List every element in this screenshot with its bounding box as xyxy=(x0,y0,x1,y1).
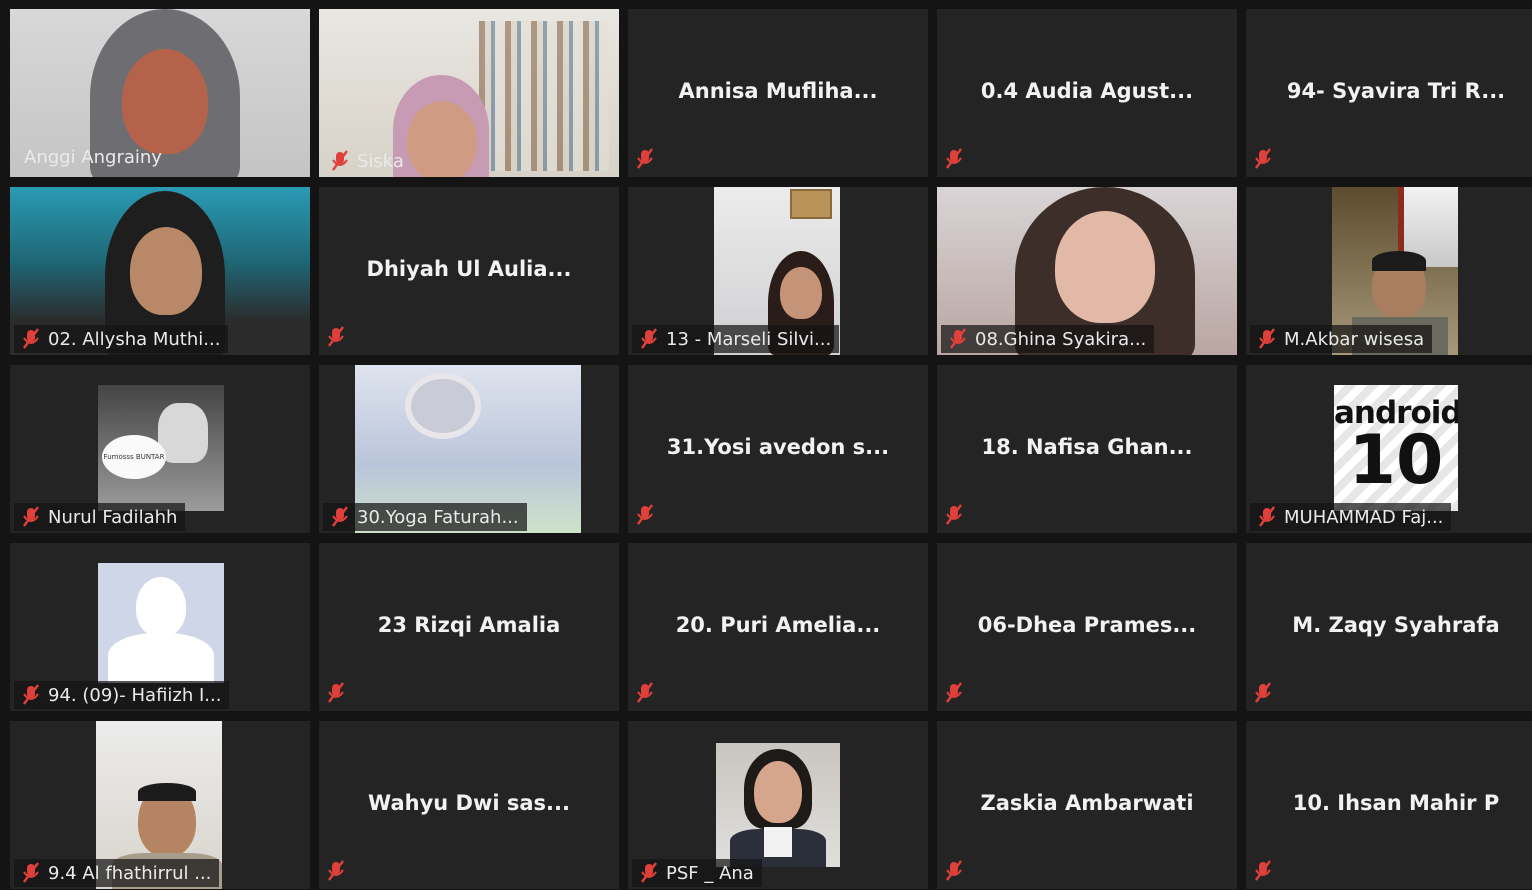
participant-tile[interactable]: 0.4 Audia Agust... xyxy=(937,9,1237,177)
participant-tile[interactable]: 20. Puri Amelia... xyxy=(628,543,928,711)
participant-tile[interactable]: 02. Allysha Muthi... xyxy=(10,187,310,355)
participant-tile[interactable]: Wahyu Dwi sas... xyxy=(319,721,619,889)
participant-name: Annisa Mufliha... xyxy=(678,79,878,103)
participant-tile[interactable]: 94. (09)- Hafiizh I... xyxy=(10,543,310,711)
microphone-muted-icon xyxy=(20,505,42,529)
participant-name-label: PSF _ Ana xyxy=(632,859,762,887)
participant-name: 94- Syavira Tri R... xyxy=(1286,79,1506,103)
participant-name-label: Nurul Fadilahh xyxy=(14,503,186,531)
participant-name: PSF _ Ana xyxy=(666,862,754,884)
participant-tile[interactable]: 18. Nafisa Ghan... xyxy=(937,365,1237,533)
microphone-muted-icon xyxy=(943,859,965,883)
participant-tile[interactable]: Fumosss BUNTAR Nurul Fadilahh xyxy=(10,365,310,533)
participant-name-label: Anggi Angrainy xyxy=(18,143,170,171)
participant-tile[interactable]: 06-Dhea Prames... xyxy=(937,543,1237,711)
participant-name: 06-Dhea Prames... xyxy=(977,613,1197,637)
participant-name: 13 - Marseli Silvi... xyxy=(666,328,832,350)
microphone-muted-icon xyxy=(1252,859,1274,883)
participant-name-label: 13 - Marseli Silvi... xyxy=(632,325,840,353)
participant-name: 18. Nafisa Ghan... xyxy=(981,435,1193,459)
microphone-muted-icon xyxy=(1256,327,1278,351)
microphone-muted-icon xyxy=(20,861,42,885)
android-version: 10 xyxy=(1348,421,1444,500)
participant-tile[interactable]: M. Zaqy Syahrafa xyxy=(1246,543,1532,711)
participant-name: 23 Rizqi Amalia xyxy=(377,613,561,637)
participant-name-label: 94. (09)- Hafiizh I... xyxy=(14,681,230,709)
gallery-view: Anggi Angrainy Siska Annisa Mufliha... 0… xyxy=(0,0,1532,890)
participant-name: 31.Yosi avedon s... xyxy=(666,435,890,459)
participant-name: Nurul Fadilahh xyxy=(48,506,178,528)
participant-name: 9.4 Al fhathirrul ... xyxy=(48,862,212,884)
participant-name: Anggi Angrainy xyxy=(24,146,162,168)
microphone-muted-icon xyxy=(638,327,660,351)
microphone-muted-icon xyxy=(325,859,347,883)
participant-tile[interactable]: 23 Rizqi Amalia xyxy=(319,543,619,711)
microphone-muted-icon xyxy=(638,861,660,885)
participant-name: 08.Ghina Syakira... xyxy=(975,328,1147,350)
participant-tile[interactable]: M.Akbar wisesa xyxy=(1246,187,1532,355)
microphone-muted-icon xyxy=(634,147,656,171)
microphone-muted-icon xyxy=(20,683,42,707)
participant-tile[interactable]: 94- Syavira Tri R... xyxy=(1246,9,1532,177)
participant-tile[interactable]: Annisa Mufliha... xyxy=(628,9,928,177)
participant-tile[interactable]: 08.Ghina Syakira... xyxy=(937,187,1237,355)
participant-name: 94. (09)- Hafiizh I... xyxy=(48,684,222,706)
participant-tile[interactable]: Siska xyxy=(319,9,619,177)
participant-tile[interactable]: 30.Yoga Faturah... xyxy=(319,365,619,533)
microphone-muted-icon xyxy=(325,681,347,705)
microphone-muted-icon xyxy=(943,503,965,527)
participant-video: Fumosss BUNTAR xyxy=(98,385,224,511)
participant-tile[interactable]: Zaskia Ambarwati xyxy=(937,721,1237,889)
participant-name: 02. Allysha Muthi... xyxy=(48,328,221,350)
participant-name: MUHAMMAD Faj... xyxy=(1284,506,1444,528)
participant-tile[interactable]: PSF _ Ana xyxy=(628,721,928,889)
microphone-muted-icon xyxy=(943,147,965,171)
participant-name: 20. Puri Amelia... xyxy=(675,613,881,637)
participant-video xyxy=(716,743,840,867)
participant-video xyxy=(98,563,224,683)
microphone-muted-icon xyxy=(325,325,347,349)
participant-name: Zaskia Ambarwati xyxy=(980,791,1194,815)
participant-name-label: 9.4 Al fhathirrul ... xyxy=(14,859,220,887)
microphone-muted-icon xyxy=(329,149,351,173)
microphone-muted-icon xyxy=(1252,147,1274,171)
participant-name: M. Zaqy Syahrafa xyxy=(1292,613,1500,637)
participant-name: 10. Ihsan Mahir P xyxy=(1292,791,1500,815)
microphone-muted-icon xyxy=(1256,505,1278,529)
participant-name-label: MUHAMMAD Faj... xyxy=(1250,503,1452,531)
microphone-muted-icon xyxy=(634,681,656,705)
microphone-muted-icon xyxy=(943,681,965,705)
microphone-muted-icon xyxy=(1252,681,1274,705)
participant-tile[interactable]: 9.4 Al fhathirrul ... xyxy=(10,721,310,889)
participant-name: M.Akbar wisesa xyxy=(1284,328,1425,350)
participant-name-label: 02. Allysha Muthi... xyxy=(14,325,229,353)
sticker-text: Fumosss BUNTAR xyxy=(103,453,165,461)
participant-name-label: M.Akbar wisesa xyxy=(1250,325,1433,353)
participant-tile[interactable]: 10. Ihsan Mahir P xyxy=(1246,721,1532,889)
participant-tile[interactable]: 31.Yosi avedon s... xyxy=(628,365,928,533)
participant-name: Siska xyxy=(357,150,404,172)
microphone-muted-icon xyxy=(947,327,969,351)
participant-name: 0.4 Audia Agust... xyxy=(980,79,1194,103)
microphone-muted-icon xyxy=(20,327,42,351)
participant-name-label: 30.Yoga Faturah... xyxy=(323,503,527,531)
participant-name: Dhiyah Ul Aulia... xyxy=(366,257,572,281)
participant-tile[interactable]: android 10 MUHAMMAD Faj... xyxy=(1246,365,1532,533)
participant-name: Wahyu Dwi sas... xyxy=(368,791,570,815)
microphone-muted-icon xyxy=(329,505,351,529)
participant-tile[interactable]: Dhiyah Ul Aulia... xyxy=(319,187,619,355)
participant-tile[interactable]: 13 - Marseli Silvi... xyxy=(628,187,928,355)
participant-name-label: Siska xyxy=(323,147,412,175)
participant-name: 30.Yoga Faturah... xyxy=(357,506,519,528)
participant-name-label: 08.Ghina Syakira... xyxy=(941,325,1155,353)
participant-tile[interactable]: Anggi Angrainy xyxy=(10,9,310,177)
microphone-muted-icon xyxy=(634,503,656,527)
participant-video: android 10 xyxy=(1334,385,1458,511)
